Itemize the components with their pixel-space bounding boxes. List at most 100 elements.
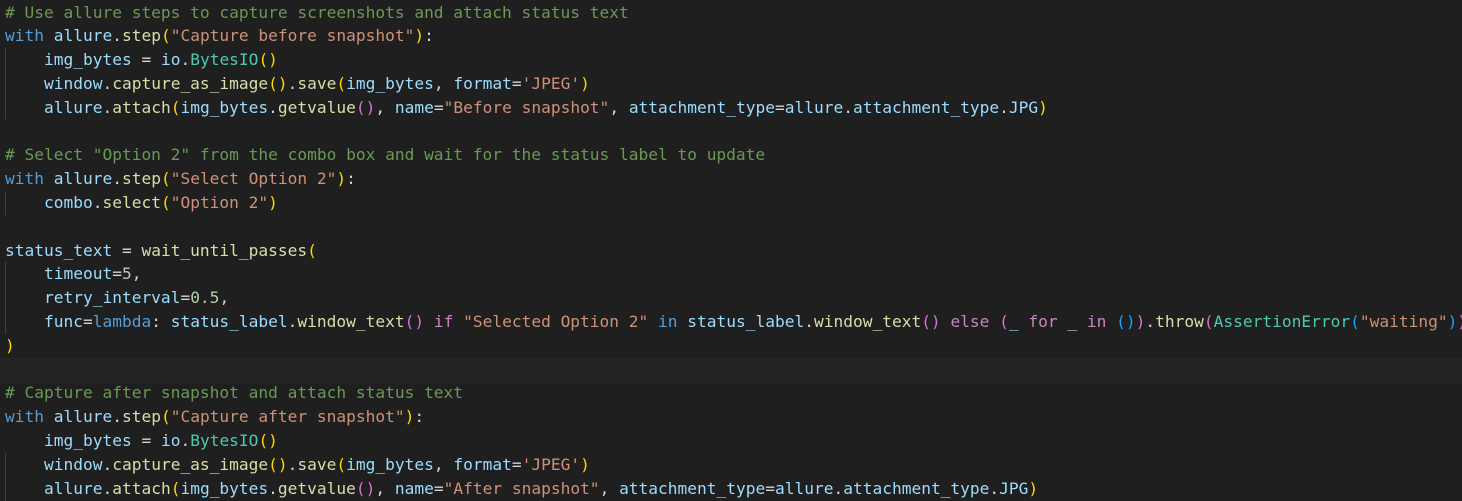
- code-line[interactable]: combo.select("Option 2"): [5, 191, 1462, 215]
- code-token: step: [121, 26, 161, 46]
- code-token: .: [804, 311, 814, 331]
- code-token: ): [1038, 97, 1048, 117]
- code-line[interactable]: window.capture_as_image().save(img_bytes…: [5, 453, 1462, 477]
- code-token: .: [268, 478, 278, 498]
- code-token: getvalue: [277, 478, 356, 498]
- code-token: select: [102, 192, 161, 212]
- code-token: ): [1447, 311, 1458, 331]
- code-line[interactable]: img_bytes = io.BytesIO(): [5, 48, 1462, 72]
- code-token: =: [112, 240, 142, 260]
- code-token: attachment_type: [628, 97, 775, 117]
- code-token: (): [1116, 311, 1136, 331]
- code-token: =: [775, 97, 785, 117]
- code-token: =: [433, 478, 444, 498]
- code-token: img_bytes: [180, 478, 269, 498]
- code-token: =: [131, 50, 161, 70]
- code-line[interactable]: [5, 215, 1462, 239]
- code-token: =: [433, 97, 444, 117]
- code-token: :: [346, 169, 356, 189]
- code-token: 5: [121, 264, 132, 284]
- code-token: .: [102, 97, 113, 117]
- code-token: .: [287, 454, 298, 474]
- code-token: allure: [53, 169, 113, 189]
- code-token: .: [112, 169, 122, 189]
- code-token: window: [43, 73, 103, 93]
- code-line[interactable]: timeout=5,: [5, 262, 1462, 286]
- code-token: (: [1350, 311, 1360, 331]
- code-token: _: [1067, 311, 1078, 331]
- code-line[interactable]: func=lambda: status_label.window_text() …: [5, 310, 1462, 334]
- code-token: # Select "Option 2" from the combo box a…: [5, 145, 766, 165]
- code-token: .: [180, 50, 191, 70]
- code-line[interactable]: # Capture after snapshot and attach stat…: [5, 381, 1462, 405]
- code-token: # Use allure steps to capture screenshot…: [5, 2, 629, 22]
- indent-guide: [5, 48, 6, 120]
- code-token: (: [160, 169, 171, 189]
- code-token: (): [921, 311, 941, 331]
- code-token: .: [112, 26, 122, 46]
- code-token: ): [1457, 312, 1462, 331]
- code-line[interactable]: [5, 120, 1462, 144]
- code-token: :: [424, 26, 434, 46]
- code-line[interactable]: status_text = wait_until_passes(: [5, 239, 1462, 263]
- code-token: ): [336, 169, 347, 189]
- code-editor[interactable]: # Use allure steps to capture screenshot…: [0, 0, 1462, 501]
- code-line[interactable]: with allure.step("Capture before snapsho…: [5, 24, 1462, 48]
- code-line[interactable]: retry_interval=0.5,: [5, 286, 1462, 310]
- code-line[interactable]: with allure.step("Select Option 2"):: [5, 167, 1462, 191]
- code-token: timeout: [43, 264, 113, 284]
- code-token: ,: [433, 454, 454, 474]
- code-token: "Capture before snapshot": [170, 26, 415, 46]
- code-line[interactable]: # Use allure steps to capture screenshot…: [5, 1, 1462, 25]
- code-token: step: [121, 407, 161, 427]
- indent-guide: [5, 452, 6, 501]
- code-token: ,: [433, 73, 454, 93]
- code-token: attachment_type: [843, 478, 990, 498]
- code-line[interactable]: img_bytes = io.BytesIO(): [5, 429, 1462, 453]
- code-token: allure: [43, 478, 103, 498]
- code-token: _: [1008, 311, 1019, 331]
- code-token: (): [404, 311, 425, 331]
- code-line[interactable]: allure.attach(img_bytes.getvalue(), name…: [5, 477, 1462, 501]
- code-token: ): [580, 454, 590, 474]
- code-token: name: [394, 478, 434, 498]
- code-token: ,: [375, 97, 395, 117]
- code-token: status_text: [5, 240, 113, 260]
- code-token: ): [268, 192, 278, 212]
- code-token: window_text: [297, 311, 405, 331]
- code-token: "Select Option 2": [170, 169, 337, 189]
- code-token: combo: [43, 192, 93, 212]
- code-token: save: [297, 454, 337, 474]
- code-token: =: [112, 264, 122, 284]
- code-line[interactable]: [0, 357, 1462, 384]
- code-token: io: [160, 50, 181, 70]
- code-token: (): [258, 430, 278, 450]
- code-token: status_label: [687, 311, 805, 331]
- code-token: lambda: [92, 311, 152, 331]
- code-line[interactable]: with allure.step("Capture after snapshot…: [5, 405, 1462, 429]
- code-line[interactable]: # Select "Option 2" from the combo box a…: [5, 143, 1462, 167]
- code-line[interactable]: ): [5, 334, 1462, 358]
- code-token: ,: [375, 478, 395, 498]
- code-token: ,: [599, 478, 620, 498]
- code-token: ): [404, 407, 415, 427]
- code-line[interactable]: allure.attach(img_bytes.getvalue(), name…: [5, 96, 1462, 120]
- code-token: ,: [609, 97, 629, 117]
- code-token: .: [112, 407, 122, 427]
- code-token: status_label: [170, 311, 288, 331]
- code-line[interactable]: window.capture_as_image().save(img_bytes…: [5, 72, 1462, 96]
- code-token: attach: [112, 478, 171, 498]
- code-token: format: [453, 454, 512, 474]
